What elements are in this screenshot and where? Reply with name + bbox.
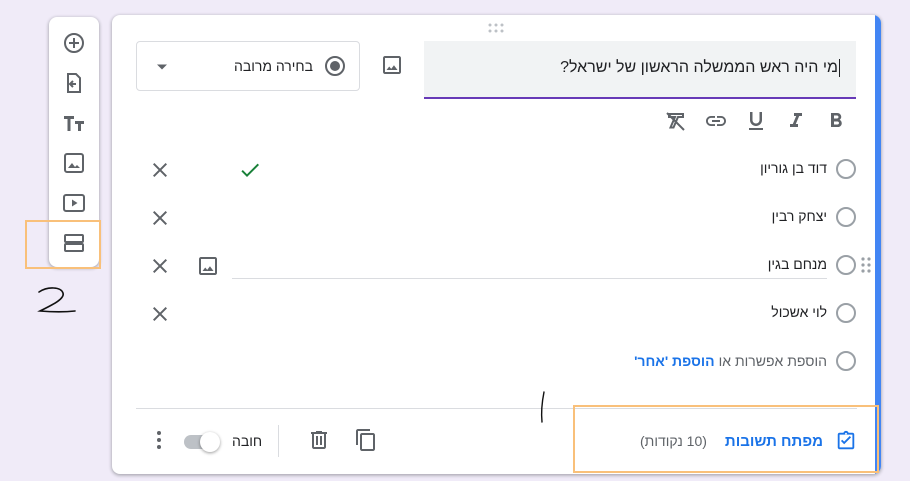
add-option-link[interactable]: הוספת אפשרות	[735, 353, 827, 369]
format-toolbar	[662, 109, 842, 133]
option-radio[interactable]	[836, 159, 856, 179]
option-input-underline	[232, 278, 827, 279]
handwritten-mark	[37, 287, 76, 313]
clear-format-icon[interactable]	[664, 109, 688, 133]
duplicate-icon[interactable]	[354, 428, 378, 452]
answer-key-icon	[837, 430, 855, 450]
option-radio[interactable]	[836, 207, 856, 227]
remove-option-icon[interactable]	[148, 302, 172, 326]
import-questions-icon	[67, 73, 81, 93]
option-text[interactable]: יצחק רבין	[772, 208, 827, 224]
list-item: יצחק רבין	[112, 196, 881, 236]
drag-handle-icon[interactable]	[488, 23, 504, 33]
italic-icon[interactable]	[784, 109, 808, 133]
add-other-link[interactable]: הוספת 'אחר'	[634, 353, 714, 369]
or-text: או	[718, 353, 731, 369]
add-section-button[interactable]	[49, 223, 99, 263]
add-question-button[interactable]	[49, 23, 99, 63]
footer-separator	[278, 425, 279, 457]
add-option-row: הוספת אפשרותאוהוספת 'אחר'	[112, 340, 881, 380]
required-toggle[interactable]	[184, 432, 220, 452]
list-item: מנחם בגין	[112, 244, 881, 284]
remove-option-icon[interactable]	[148, 254, 172, 278]
add-video-icon	[63, 194, 85, 212]
add-title-icon	[64, 116, 84, 131]
remove-option-icon[interactable]	[148, 206, 172, 230]
handwritten-stroke	[540, 391, 545, 423]
add-option-controls: הוספת אפשרותאוהוספת 'אחר'	[634, 353, 827, 369]
list-item: לוי אשכול	[112, 292, 881, 332]
option-text[interactable]: מנחם בגין	[768, 256, 827, 272]
toggle-thumb	[200, 432, 220, 452]
side-toolbar	[49, 17, 99, 267]
answer-key-button[interactable]: מפתח תשובות (10 נקודות)	[640, 429, 857, 453]
option-radio	[836, 351, 856, 371]
import-questions-button[interactable]	[49, 63, 99, 103]
answer-key-label: מפתח תשובות	[724, 432, 823, 450]
add-option-image-icon[interactable]	[196, 254, 220, 278]
add-title-button[interactable]	[49, 103, 99, 143]
more-options-icon[interactable]	[147, 428, 171, 452]
bold-icon[interactable]	[824, 109, 848, 133]
link-icon[interactable]	[704, 109, 728, 133]
question-card: בחירה מרובה מי היה ראש הממשלה הראשון של …	[112, 15, 881, 474]
required-label: חובה	[232, 433, 263, 449]
add-image-icon	[64, 153, 84, 173]
question-title-input[interactable]: מי היה ראש הממשלה הראשון של ישראל?	[424, 41, 856, 99]
question-title-text: מי היה ראש הממשלה הראשון של ישראל?	[560, 59, 838, 77]
option-drag-handle-icon[interactable]	[860, 256, 872, 274]
list-item: דוד בן גוריון	[112, 148, 881, 188]
dropdown-arrow-icon	[157, 64, 167, 70]
underline-icon[interactable]	[744, 109, 768, 133]
question-type-dropdown[interactable]: בחירה מרובה	[136, 41, 360, 91]
option-radio[interactable]	[836, 255, 856, 275]
add-question-icon	[64, 33, 84, 53]
add-question-image-icon[interactable]	[380, 53, 404, 77]
remove-option-icon[interactable]	[148, 158, 172, 182]
footer-divider	[136, 408, 857, 409]
text-cursor	[839, 59, 840, 77]
correct-check-icon	[241, 163, 259, 177]
points-label: (10 נקודות)	[639, 433, 707, 449]
add-video-button[interactable]	[49, 183, 99, 223]
question-type-label: בחירה מרובה	[233, 58, 313, 74]
radio-checked-icon	[325, 56, 345, 76]
delete-icon[interactable]	[307, 428, 331, 452]
option-text[interactable]: לוי אשכול	[771, 304, 827, 320]
option-radio[interactable]	[836, 303, 856, 323]
add-image-button[interactable]	[49, 143, 99, 183]
add-section-icon	[64, 234, 84, 252]
option-text[interactable]: דוד בן גוריון	[760, 160, 827, 176]
